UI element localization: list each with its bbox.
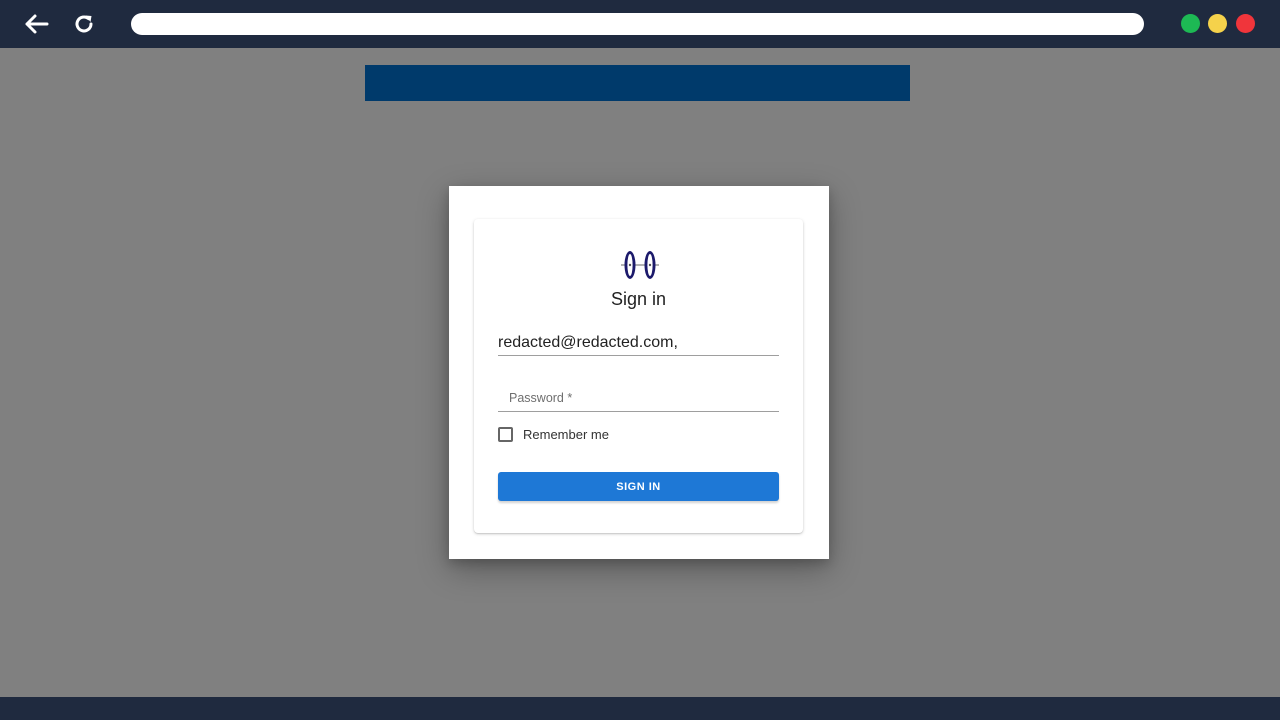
maximize-button[interactable] <box>1181 14 1200 33</box>
remember-me-option[interactable]: Remember me <box>498 427 609 442</box>
back-button[interactable] <box>22 10 50 38</box>
remember-me-checkbox[interactable] <box>498 427 513 442</box>
reload-icon <box>75 15 93 33</box>
remember-me-label: Remember me <box>523 427 609 442</box>
sign-in-button[interactable]: SIGN IN <box>498 472 779 501</box>
close-button[interactable] <box>1236 14 1255 33</box>
password-field[interactable] <box>498 384 779 412</box>
page-header-banner <box>365 65 910 101</box>
address-bar[interactable] <box>131 13 1144 35</box>
arrow-left-icon <box>25 14 49 34</box>
reload-button[interactable] <box>70 10 98 38</box>
signin-dialog: Sign in Remember me SIGN IN <box>449 186 829 559</box>
browser-toolbar <box>0 0 1280 48</box>
email-field[interactable] <box>498 331 779 356</box>
dumbbell-logo-icon <box>621 251 659 279</box>
password-input[interactable] <box>498 384 779 411</box>
signin-card: Sign in Remember me SIGN IN <box>474 219 803 533</box>
email-input[interactable] <box>498 331 779 355</box>
signin-title: Sign in <box>610 289 667 309</box>
minimize-button[interactable] <box>1208 14 1227 33</box>
browser-bottom-bar <box>0 697 1280 720</box>
